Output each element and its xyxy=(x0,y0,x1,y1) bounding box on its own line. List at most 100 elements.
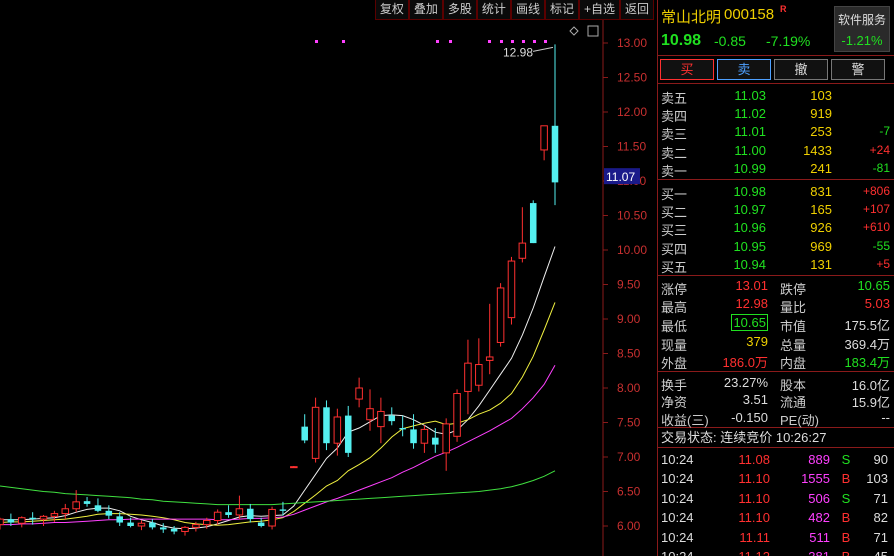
bid-level-volume: 831 xyxy=(810,183,832,199)
trade-time: 10:24 xyxy=(661,529,694,545)
bid-level-row[interactable]: 买五 10.94 131 +5 xyxy=(658,255,894,275)
trade-side: B xyxy=(841,510,851,526)
ask-level-row[interactable]: 卖五 11.03 103 xyxy=(658,86,894,106)
ma-line-ma20 xyxy=(0,364,556,526)
quote-panel: 常山北明 000158 R 10.98 -0.85 -7.19% 软件服务 -1… xyxy=(657,0,894,556)
event-marker xyxy=(449,40,452,43)
trade-volume: 1555 xyxy=(801,471,830,487)
candle-body-down xyxy=(83,501,91,504)
high-value: 12.98 xyxy=(735,296,768,312)
tick-trades-list[interactable]: 10:24 11.08 889 S 90 10:24 11.10 1555 B 103 10:24 1… xyxy=(658,448,894,556)
candle-body-down xyxy=(301,426,308,441)
ask-level-row[interactable]: 卖三 11.01 253 -7 xyxy=(658,122,894,142)
bid-level-row[interactable]: 买三 10.96 926 +610 xyxy=(658,218,894,238)
toolbar-statistics-button[interactable]: 统计 xyxy=(476,0,511,20)
trade-row: 10:24 11.10 482 B 82 xyxy=(658,507,894,527)
bid-level-delta: +610 xyxy=(862,220,890,235)
high-annotation-label: 12.98 xyxy=(503,45,533,59)
ask-level-volume: 253 xyxy=(810,124,832,140)
trade-volume: 381 xyxy=(778,549,830,556)
candle-body-up xyxy=(518,242,527,259)
bid-level-volume: 131 xyxy=(810,256,832,272)
candle-body-up xyxy=(475,364,483,386)
trade-side: S xyxy=(841,451,851,467)
event-marker xyxy=(511,40,514,43)
trade-side: B xyxy=(840,549,852,556)
ask-level-delta: -7 xyxy=(879,124,890,139)
trade-price: 11.10 xyxy=(738,471,770,487)
bid-level-volume: 165 xyxy=(810,202,832,218)
price-alert-button[interactable]: 警 xyxy=(831,59,885,80)
candle-body-up xyxy=(290,466,298,469)
candle-body-up xyxy=(333,416,342,444)
last-price: 10.98 xyxy=(661,32,702,49)
toolbar-add-watchlist-button[interactable]: +自选 xyxy=(578,0,620,20)
toolbar-mark-button[interactable]: 标记 xyxy=(544,0,579,20)
ask-level-row[interactable]: 卖一 10.99 241 -81 xyxy=(658,159,894,179)
bid-level-delta: +107 xyxy=(862,202,890,217)
bid-level-row[interactable]: 买四 10.95 969 -55 xyxy=(658,237,894,257)
bid-level-price: 10.95 xyxy=(733,238,766,254)
ask-level-volume: 103 xyxy=(810,88,832,103)
fin-row-eps: 收益(三) -0.150 PE(动) -- xyxy=(658,408,894,428)
sell-button[interactable]: 卖 xyxy=(717,59,771,80)
candle-body-down xyxy=(105,510,113,516)
candle-body-up xyxy=(311,406,320,459)
candle-body-down xyxy=(399,428,406,430)
cancel-order-button[interactable]: 撤 xyxy=(774,59,828,80)
bid-level-label: 买五 xyxy=(661,259,688,275)
toolbar-restore-rights-button[interactable]: 复权 xyxy=(374,0,409,20)
toolbar-overlay-button[interactable]: 叠加 xyxy=(408,0,443,20)
financial-stats: 换手 23.27% 股本 16.0亿 净资 3.51 流通 15.9亿 收益(三… xyxy=(658,372,894,428)
trade-time: 10:24 xyxy=(661,510,694,526)
volume-ratio-value: 5.03 xyxy=(864,296,890,312)
candle-body-up xyxy=(18,517,26,524)
toolbar-back-button[interactable]: 返回 xyxy=(619,0,654,20)
candle-body-down xyxy=(344,415,352,453)
toolbar-draw-line-button[interactable]: 画线 xyxy=(510,0,545,20)
candle-body-down xyxy=(149,522,156,528)
ask-level-row[interactable]: 卖二 11.00 1433 +24 xyxy=(658,141,894,161)
candle-body-up xyxy=(453,393,461,437)
quote-row-low: 最低 10.65 市值 175.5亿 xyxy=(658,314,894,334)
window-box-icon xyxy=(587,25,599,37)
bid-levels: 买一 10.98 831 +806 买二 10.97 165 +107 买三 10.96 926 +6… xyxy=(658,180,894,276)
outer-disc-label: 外盘 xyxy=(661,356,688,372)
candle-body-up xyxy=(355,387,363,400)
quote-stats: 涨停 13.01 跌停 10.65 最高 12.98 量比 5.03 最低 10… xyxy=(658,276,894,372)
event-marker xyxy=(533,40,536,43)
toolbar-multi-stock-button[interactable]: 多股 xyxy=(442,0,477,20)
kline-chart-area[interactable]: 13.0012.5012.0011.5011.0010.5010.009.509… xyxy=(0,0,656,556)
bid-level-price: 10.96 xyxy=(733,220,766,236)
candle-body-up xyxy=(137,522,146,527)
bid-level-price: 10.98 xyxy=(733,183,766,199)
bid-level-row[interactable]: 买二 10.97 165 +107 xyxy=(658,200,894,220)
trade-count: 71 xyxy=(873,490,888,506)
kline-chart[interactable]: 13.0012.5012.0011.5011.0010.5010.009.509… xyxy=(0,0,656,556)
trade-count: 90 xyxy=(873,451,888,467)
event-marker xyxy=(315,40,318,43)
ask-level-volume: 241 xyxy=(810,160,832,176)
ask-level-volume: 1433 xyxy=(803,142,832,158)
trade-row: 10:24 11.10 1555 B 103 xyxy=(658,468,894,488)
candle-body-up xyxy=(192,524,200,528)
market-cap-value: 175.5亿 xyxy=(844,318,890,334)
sector-box[interactable]: 软件服务 -1.21% xyxy=(834,6,890,52)
ask-level-delta: +24 xyxy=(869,142,890,157)
bid-level-price: 10.94 xyxy=(733,256,766,272)
ask-level-price: 11.02 xyxy=(734,106,766,122)
turnover-value: 23.27% xyxy=(723,374,768,390)
stock-name: 常山北明 xyxy=(661,9,722,26)
candle-body-up xyxy=(235,508,244,516)
ask-level-row[interactable]: 卖四 11.02 919 xyxy=(658,104,894,124)
candle-body-up xyxy=(61,508,70,515)
candle-body-down xyxy=(170,528,178,532)
candle-body-down xyxy=(225,512,232,515)
event-marker xyxy=(342,40,345,43)
buy-button[interactable]: 买 xyxy=(660,59,714,80)
trade-count: 45 xyxy=(854,549,888,556)
bid-level-row[interactable]: 买一 10.98 831 +806 xyxy=(658,182,894,202)
bid-level-volume: 969 xyxy=(810,238,832,254)
ma-line-ma60 xyxy=(0,470,556,506)
trade-time: 10:24 xyxy=(661,549,694,556)
